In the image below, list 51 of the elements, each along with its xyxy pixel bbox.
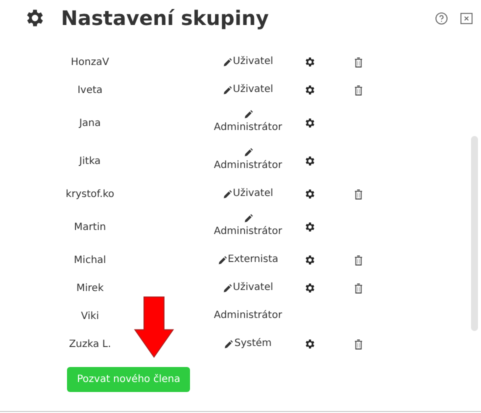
member-role: Systém <box>234 337 272 351</box>
member-role: Administrátor <box>214 159 282 173</box>
settings-icon[interactable] <box>304 56 316 68</box>
arrow-drawing <box>132 296 176 358</box>
member-name: Jitka <box>78 156 102 166</box>
window-title: Nastavení skupiny <box>61 6 270 30</box>
pencil-icon[interactable] <box>222 284 232 292</box>
settings-icon[interactable] <box>304 155 316 167</box>
settings-icon[interactable] <box>304 221 316 233</box>
close-icon[interactable] <box>460 12 473 24</box>
member-role: Uživatel <box>232 55 274 69</box>
pencil-icon[interactable] <box>218 256 227 264</box>
pencil-icon[interactable] <box>244 214 252 223</box>
member-name: Michal <box>72 254 108 266</box>
settings-icon[interactable] <box>304 188 316 200</box>
settings-icon[interactable] <box>304 84 316 96</box>
pencil-icon[interactable] <box>222 58 232 66</box>
scrollbar[interactable] <box>471 136 478 331</box>
member-role: Externista <box>228 253 278 267</box>
invite-member-button[interactable]: Pozvat nového člena <box>67 367 190 392</box>
settings-icon[interactable] <box>304 282 316 294</box>
member-name: Mirek <box>75 282 105 294</box>
trash-icon[interactable] <box>354 254 362 266</box>
pencil-icon[interactable] <box>224 340 234 348</box>
member-name: Jana <box>78 118 102 128</box>
member-name: HonzaV <box>70 56 110 68</box>
settings-icon[interactable] <box>304 338 316 350</box>
trash-icon[interactable] <box>354 338 362 350</box>
member-role: Uživatel <box>232 83 274 97</box>
pencil-icon[interactable] <box>222 190 232 198</box>
member-role: Uživatel <box>232 281 274 295</box>
gear-icon <box>24 7 46 29</box>
pencil-icon[interactable] <box>244 110 252 119</box>
member-role: Administrátor <box>214 225 282 239</box>
trash-icon[interactable] <box>354 282 362 294</box>
member-name: Viki <box>80 310 100 322</box>
member-name: Martin <box>73 222 107 232</box>
trash-icon[interactable] <box>354 84 362 96</box>
help-icon[interactable] <box>435 12 448 24</box>
trash-icon[interactable] <box>354 188 362 200</box>
member-name: Zuzka L. <box>68 338 112 350</box>
member-role: Uživatel <box>232 187 274 201</box>
pencil-icon[interactable] <box>244 148 252 157</box>
pencil-icon[interactable] <box>222 86 232 94</box>
member-role: Administrátor <box>214 309 282 323</box>
settings-icon[interactable] <box>304 117 316 129</box>
member-name: krystof.ko <box>64 188 116 200</box>
settings-icon[interactable] <box>304 254 316 266</box>
trash-icon[interactable] <box>354 56 362 68</box>
member-role: Administrátor <box>214 121 282 135</box>
member-name: Iveta <box>76 84 104 96</box>
